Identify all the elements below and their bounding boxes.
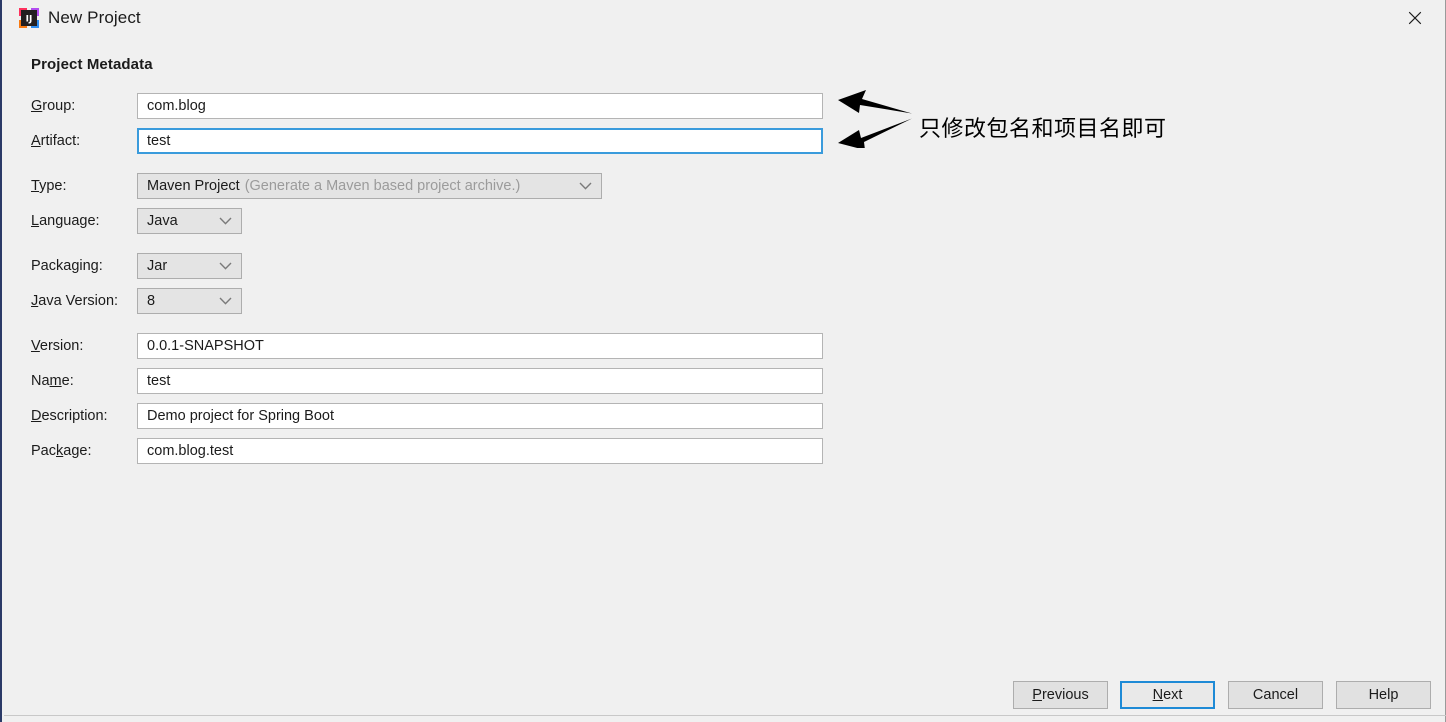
title-bar: IJ New Project <box>2 0 1445 36</box>
packaging-select[interactable]: Jar <box>137 253 242 279</box>
chevron-down-icon <box>219 297 232 305</box>
packaging-select-value: Jar <box>147 258 168 274</box>
chevron-down-icon <box>219 262 232 270</box>
description-label: Description: <box>31 408 108 424</box>
java-version-select-value: 8 <box>147 293 156 309</box>
group-label: Group: <box>31 98 76 114</box>
next-button-label: Next <box>1152 687 1183 703</box>
help-button-label: Help <box>1368 687 1399 703</box>
type-select-hint: (Generate a Maven based project archive.… <box>244 178 521 194</box>
footer-divider <box>4 715 1446 716</box>
help-button[interactable]: Help <box>1336 681 1431 709</box>
group-input[interactable] <box>137 93 823 119</box>
chevron-down-icon <box>579 182 592 190</box>
intellij-idea-icon: IJ <box>18 7 40 29</box>
java-version-select[interactable]: 8 <box>137 288 242 314</box>
name-input[interactable] <box>137 368 823 394</box>
type-select[interactable]: Maven Project (Generate a Maven based pr… <box>137 173 602 199</box>
annotation-text: 只修改包名和项目名即可 <box>919 117 1167 142</box>
svg-text:IJ: IJ <box>26 15 33 25</box>
window-title: New Project <box>48 8 141 27</box>
cancel-button[interactable]: Cancel <box>1228 681 1323 709</box>
package-input[interactable] <box>137 438 823 464</box>
chevron-down-icon <box>219 217 232 225</box>
packaging-label: Packaging: <box>31 258 103 274</box>
type-select-value: Maven Project <box>147 178 240 194</box>
language-select-value: Java <box>147 213 178 229</box>
version-input[interactable] <box>137 333 823 359</box>
page-title: Project Metadata <box>31 56 153 73</box>
previous-button-label: Previous <box>1032 687 1089 703</box>
new-project-dialog: IJ New Project Project Metadata Group: A… <box>0 0 1446 722</box>
package-label: Package: <box>31 443 92 459</box>
language-select[interactable]: Java <box>137 208 242 234</box>
cancel-button-label: Cancel <box>1252 687 1299 703</box>
name-label: Name: <box>31 373 74 389</box>
type-label: Type: <box>31 178 67 194</box>
language-label: Language: <box>31 213 100 229</box>
artifact-input[interactable] <box>137 128 823 154</box>
next-button[interactable]: Next <box>1120 681 1215 709</box>
java-version-label: Java Version: <box>31 293 119 309</box>
artifact-label: Artifact: <box>31 133 81 149</box>
previous-button[interactable]: Previous <box>1013 681 1108 709</box>
close-icon[interactable] <box>1385 0 1445 36</box>
version-label: Version: <box>31 338 84 354</box>
description-input[interactable] <box>137 403 823 429</box>
